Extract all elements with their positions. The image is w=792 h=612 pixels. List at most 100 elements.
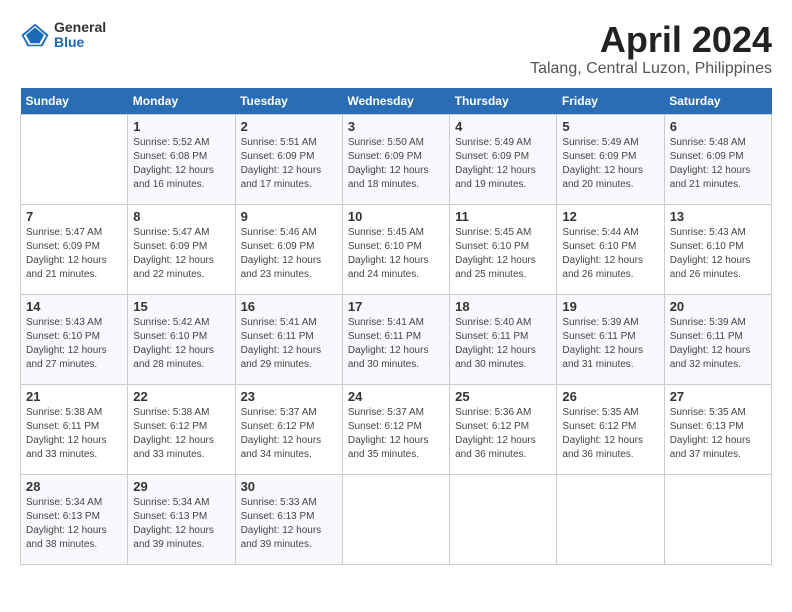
calendar-table: SundayMondayTuesdayWednesdayThursdayFrid…	[20, 88, 772, 565]
day-number: 18	[455, 299, 551, 314]
title-block: April 2024 Talang, Central Luzon, Philip…	[530, 20, 772, 78]
day-info: Sunrise: 5:41 AM Sunset: 6:11 PM Dayligh…	[348, 316, 444, 372]
calendar-cell: 9Sunrise: 5:46 AM Sunset: 6:09 PM Daylig…	[235, 204, 342, 294]
calendar-header-sunday: Sunday	[21, 88, 128, 115]
day-number: 30	[241, 479, 337, 494]
day-info: Sunrise: 5:39 AM Sunset: 6:11 PM Dayligh…	[670, 316, 766, 372]
calendar-cell: 6 Sunrise: 5:48 AM Sunset: 6:09 PM Daylig…	[664, 114, 771, 204]
calendar-cell: 1 Sunrise: 5:52 AM Sunset: 6:08 PM Daylig…	[128, 114, 235, 204]
logo-icon	[20, 20, 50, 50]
calendar-header-thursday: Thursday	[450, 88, 557, 115]
day-info: Sunrise: 5:35 AM Sunset: 6:12 PM Dayligh…	[562, 406, 658, 462]
day-number: 29	[133, 479, 229, 494]
day-number: 22	[133, 389, 229, 404]
calendar-header-monday: Monday	[128, 88, 235, 115]
day-info: Sunrise: 5:52 AM Sunset: 6:08 PM Dayligh…	[133, 136, 229, 192]
day-number: 25	[455, 389, 551, 404]
calendar-cell: 26 Sunrise: 5:35 AM Sunset: 6:12 PM Dayli…	[557, 384, 664, 474]
calendar-week-row: 1 Sunrise: 5:52 AM Sunset: 6:08 PM Daylig…	[21, 114, 772, 204]
calendar-cell: 28Sunrise: 5:34 AM Sunset: 6:13 PM Dayli…	[21, 474, 128, 564]
page-header: General Blue April 2024 Talang, Central …	[20, 20, 772, 78]
day-number: 3	[348, 119, 444, 134]
day-number: 5	[562, 119, 658, 134]
day-number: 9	[241, 209, 337, 224]
logo-blue-text: Blue	[54, 35, 106, 50]
calendar-cell	[557, 474, 664, 564]
day-number: 7	[26, 209, 122, 224]
day-number: 13	[670, 209, 766, 224]
calendar-cell: 14 Sunrise: 5:43 AM Sunset: 6:10 PM Dayli…	[21, 294, 128, 384]
calendar-cell	[450, 474, 557, 564]
calendar-header-tuesday: Tuesday	[235, 88, 342, 115]
calendar-cell: 4Sunrise: 5:49 AM Sunset: 6:09 PM Daylig…	[450, 114, 557, 204]
calendar-cell: 25 Sunrise: 5:36 AM Sunset: 6:12 PM Dayli…	[450, 384, 557, 474]
day-info: Sunrise: 5:35 AM Sunset: 6:13 PM Dayligh…	[670, 406, 766, 462]
logo-text: General Blue	[54, 20, 106, 51]
calendar-cell: 18 Sunrise: 5:40 AM Sunset: 6:11 PM Dayli…	[450, 294, 557, 384]
calendar-header-row: SundayMondayTuesdayWednesdayThursdayFrid…	[21, 88, 772, 115]
day-info: Sunrise: 5:51 AM Sunset: 6:09 PM Dayligh…	[241, 136, 337, 192]
calendar-cell: 5 Sunrise: 5:49 AM Sunset: 6:09 PM Daylig…	[557, 114, 664, 204]
calendar-cell: 7 Sunrise: 5:47 AM Sunset: 6:09 PM Daylig…	[21, 204, 128, 294]
calendar-cell: 13 Sunrise: 5:43 AM Sunset: 6:10 PM Dayli…	[664, 204, 771, 294]
calendar-cell: 16 Sunrise: 5:41 AM Sunset: 6:11 PM Dayli…	[235, 294, 342, 384]
calendar-cell	[21, 114, 128, 204]
day-info: Sunrise: 5:37 AM Sunset: 6:12 PM Dayligh…	[241, 406, 337, 462]
day-number: 14	[26, 299, 122, 314]
day-number: 1	[133, 119, 229, 134]
day-number: 8	[133, 209, 229, 224]
day-number: 6	[670, 119, 766, 134]
day-info: Sunrise: 5:49 AM Sunset: 6:09 PM Dayligh…	[562, 136, 658, 192]
day-info: Sunrise: 5:43 AM Sunset: 6:10 PM Dayligh…	[26, 316, 122, 372]
calendar-cell: 3 Sunrise: 5:50 AM Sunset: 6:09 PM Daylig…	[342, 114, 449, 204]
calendar-cell: 12 Sunrise: 5:44 AM Sunset: 6:10 PM Dayli…	[557, 204, 664, 294]
day-info: Sunrise: 5:43 AM Sunset: 6:10 PM Dayligh…	[670, 226, 766, 282]
calendar-cell: 22 Sunrise: 5:38 AM Sunset: 6:12 PM Dayli…	[128, 384, 235, 474]
day-info: Sunrise: 5:39 AM Sunset: 6:11 PM Dayligh…	[562, 316, 658, 372]
day-info: Sunrise: 5:45 AM Sunset: 6:10 PM Dayligh…	[455, 226, 551, 282]
calendar-cell: 17 Sunrise: 5:41 AM Sunset: 6:11 PM Dayli…	[342, 294, 449, 384]
day-info: Sunrise: 5:40 AM Sunset: 6:11 PM Dayligh…	[455, 316, 551, 372]
day-number: 23	[241, 389, 337, 404]
day-number: 17	[348, 299, 444, 314]
day-info: Sunrise: 5:50 AM Sunset: 6:09 PM Dayligh…	[348, 136, 444, 192]
day-number: 20	[670, 299, 766, 314]
calendar-cell: 15 Sunrise: 5:42 AM Sunset: 6:10 PM Dayli…	[128, 294, 235, 384]
day-info: Sunrise: 5:48 AM Sunset: 6:09 PM Dayligh…	[670, 136, 766, 192]
calendar-cell: 8 Sunrise: 5:47 AM Sunset: 6:09 PM Daylig…	[128, 204, 235, 294]
day-number: 10	[348, 209, 444, 224]
day-info: Sunrise: 5:36 AM Sunset: 6:12 PM Dayligh…	[455, 406, 551, 462]
day-info: Sunrise: 5:41 AM Sunset: 6:11 PM Dayligh…	[241, 316, 337, 372]
calendar-cell: 29Sunrise: 5:34 AM Sunset: 6:13 PM Dayli…	[128, 474, 235, 564]
calendar-cell: 19Sunrise: 5:39 AM Sunset: 6:11 PM Dayli…	[557, 294, 664, 384]
calendar-cell: 24 Sunrise: 5:37 AM Sunset: 6:12 PM Dayli…	[342, 384, 449, 474]
day-number: 26	[562, 389, 658, 404]
calendar-week-row: 14 Sunrise: 5:43 AM Sunset: 6:10 PM Dayli…	[21, 294, 772, 384]
day-info: Sunrise: 5:49 AM Sunset: 6:09 PM Dayligh…	[455, 136, 551, 192]
calendar-cell: 23 Sunrise: 5:37 AM Sunset: 6:12 PM Dayli…	[235, 384, 342, 474]
calendar-cell: 10 Sunrise: 5:45 AM Sunset: 6:10 PM Dayli…	[342, 204, 449, 294]
calendar-cell: 30Sunrise: 5:33 AM Sunset: 6:13 PM Dayli…	[235, 474, 342, 564]
logo-general-text: General	[54, 20, 106, 35]
calendar-header-wednesday: Wednesday	[342, 88, 449, 115]
day-info: Sunrise: 5:47 AM Sunset: 6:09 PM Dayligh…	[133, 226, 229, 282]
day-number: 28	[26, 479, 122, 494]
calendar-header-saturday: Saturday	[664, 88, 771, 115]
calendar-cell	[664, 474, 771, 564]
logo: General Blue	[20, 20, 106, 51]
day-info: Sunrise: 5:44 AM Sunset: 6:10 PM Dayligh…	[562, 226, 658, 282]
day-number: 12	[562, 209, 658, 224]
day-number: 11	[455, 209, 551, 224]
day-info: Sunrise: 5:47 AM Sunset: 6:09 PM Dayligh…	[26, 226, 122, 282]
day-number: 24	[348, 389, 444, 404]
day-number: 21	[26, 389, 122, 404]
calendar-cell: 20 Sunrise: 5:39 AM Sunset: 6:11 PM Dayli…	[664, 294, 771, 384]
day-number: 16	[241, 299, 337, 314]
day-info: Sunrise: 5:38 AM Sunset: 6:12 PM Dayligh…	[133, 406, 229, 462]
day-number: 15	[133, 299, 229, 314]
calendar-week-row: 21Sunrise: 5:38 AM Sunset: 6:11 PM Dayli…	[21, 384, 772, 474]
day-info: Sunrise: 5:45 AM Sunset: 6:10 PM Dayligh…	[348, 226, 444, 282]
day-info: Sunrise: 5:37 AM Sunset: 6:12 PM Dayligh…	[348, 406, 444, 462]
day-info: Sunrise: 5:42 AM Sunset: 6:10 PM Dayligh…	[133, 316, 229, 372]
day-number: 2	[241, 119, 337, 134]
